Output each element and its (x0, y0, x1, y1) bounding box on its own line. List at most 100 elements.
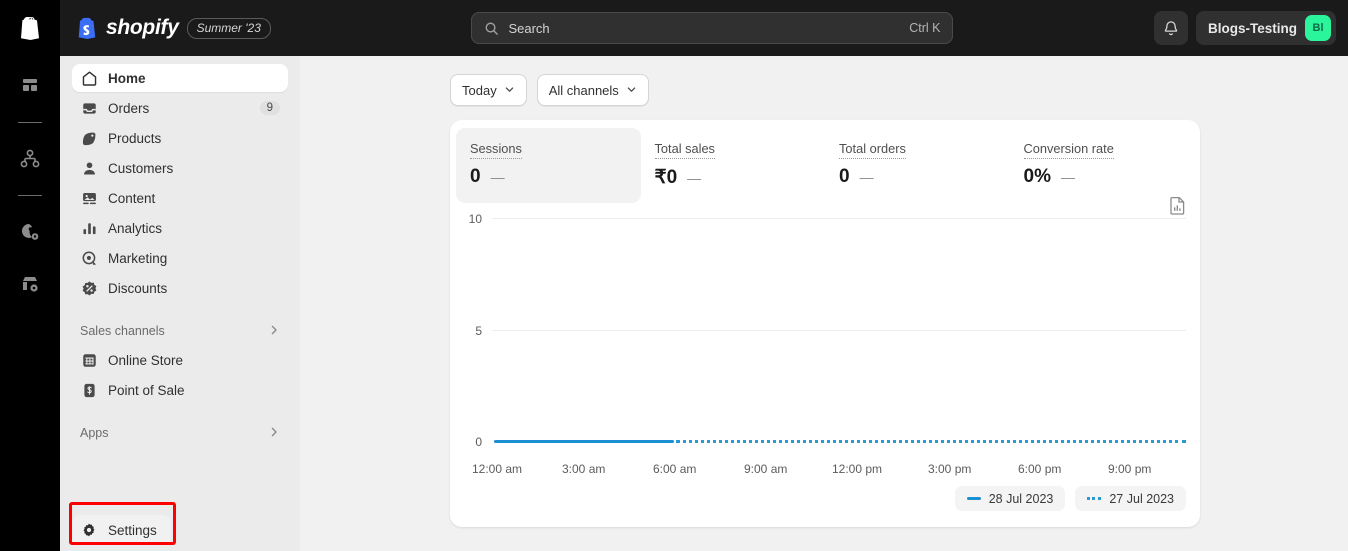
x-axis-tick: 12:00 am (472, 462, 523, 476)
metric-delta: — (1060, 169, 1075, 185)
sidebar-section-sales-channels[interactable]: Sales channels (72, 318, 288, 344)
rail-item-dashboard[interactable] (10, 66, 50, 106)
metric-tile-conversion-rate[interactable]: Conversion rate 0% — (1010, 128, 1195, 203)
series-line-27-jul (676, 440, 1186, 443)
top-navigation-bar: shopify Summer '23 Search Ctrl K Blogs-T… (60, 0, 1348, 56)
legend-item-28-jul[interactable]: 28 Jul 2023 (954, 486, 1066, 511)
gear-icon (80, 521, 98, 539)
primary-sidebar: Home Orders 9 Products Customers Content… (60, 56, 300, 551)
store-name: Blogs-Testing (1208, 20, 1297, 36)
y-axis-tick: 0 (475, 435, 482, 449)
dotted-line-swatch-icon (1087, 497, 1102, 500)
topbar-right-actions: Blogs-Testing Bl (1154, 11, 1336, 45)
sidebar-section-apps[interactable]: Apps (72, 420, 288, 446)
store-switcher-button[interactable]: Blogs-Testing Bl (1196, 11, 1336, 45)
online-store-icon (80, 351, 98, 369)
x-axis-tick: 6:00 pm (1018, 462, 1062, 476)
sidebar-item-home[interactable]: Home (72, 64, 288, 92)
rail-divider (18, 122, 42, 123)
search-area: Search Ctrl K (271, 12, 1154, 44)
metric-delta: — (490, 169, 505, 185)
sessions-line-chart: 10 5 0 12:00 am 3:00 am 6:00 am 9:00 am … (450, 212, 1200, 486)
sidebar-item-online-store[interactable]: Online Store (72, 346, 288, 374)
rail-item-store-settings[interactable] (10, 264, 50, 304)
sidebar-item-marketing[interactable]: Marketing (72, 244, 288, 272)
x-axis-tick: 12:00 pm (832, 462, 883, 476)
sidebar-item-label: Orders (108, 100, 150, 116)
brand-logo[interactable]: shopify Summer '23 (76, 16, 271, 40)
metric-label: Total orders (839, 141, 906, 159)
y-axis-tick: 5 (475, 324, 482, 338)
metric-value: ₹0 (654, 167, 678, 188)
shopify-bag-icon (78, 17, 96, 39)
metric-value: 0% (1023, 166, 1051, 187)
bell-icon (1164, 20, 1178, 35)
sidebar-item-label: Marketing (108, 250, 168, 266)
metric-value: 0 (839, 166, 850, 187)
sidebar-item-label: Online Store (108, 352, 184, 368)
sidebar-section-label: Apps (80, 426, 109, 440)
main-content: Today All channels Sessions 0 — Total sa… (300, 56, 1348, 551)
orders-count-badge: 9 (259, 101, 280, 115)
chevron-right-icon (268, 426, 280, 441)
x-axis-tick: 9:00 pm (1108, 462, 1152, 476)
date-range-filter-label: Today (462, 82, 497, 98)
discount-badge-icon (80, 279, 98, 297)
avatar: Bl (1305, 15, 1331, 41)
chart-legend: 28 Jul 2023 27 Jul 2023 (450, 486, 1200, 511)
rail-item-account-settings[interactable] (10, 212, 50, 252)
channel-filter[interactable]: All channels (536, 74, 649, 106)
x-axis-tick: 9:00 am (744, 462, 788, 476)
sidebar-item-settings[interactable]: Settings (72, 515, 171, 545)
sidebar-item-orders[interactable]: Orders 9 (72, 94, 288, 122)
sidebar-item-label: Settings (108, 522, 157, 538)
sidebar-item-analytics[interactable]: Analytics (72, 214, 288, 242)
release-badge: Summer '23 (186, 17, 271, 39)
legend-label: 28 Jul 2023 (988, 491, 1054, 506)
sidebar-item-label: Discounts (108, 280, 168, 296)
sidebar-item-discounts[interactable]: Discounts (72, 274, 288, 302)
metric-tile-total-sales[interactable]: Total sales ₹0 — (641, 128, 826, 203)
sidebar-item-point-of-sale[interactable]: Point of Sale (72, 376, 288, 404)
metric-delta: — (859, 169, 874, 185)
search-input[interactable]: Search Ctrl K (471, 12, 954, 44)
product-tag-icon (80, 129, 98, 147)
sidebar-item-products[interactable]: Products (72, 124, 288, 152)
x-axis-tick: 6:00 am (653, 462, 697, 476)
metric-tile-total-orders[interactable]: Total orders 0 — (825, 128, 1010, 203)
x-axis-tick: 3:00 am (562, 462, 606, 476)
gridline (492, 330, 1186, 331)
search-shortcut: Ctrl K (909, 21, 941, 35)
metric-delta: — (687, 170, 702, 186)
metric-label: Total sales (654, 141, 715, 159)
home-icon (80, 69, 98, 87)
sidebar-section-label: Sales channels (80, 324, 165, 338)
analytics-overview-card: Sessions 0 — Total sales ₹0 — Total orde… (450, 120, 1200, 527)
legend-item-27-jul[interactable]: 27 Jul 2023 (1075, 486, 1186, 511)
sidebar-item-customers[interactable]: Customers (72, 154, 288, 182)
customer-person-icon (80, 159, 98, 177)
chevron-down-icon (626, 83, 637, 98)
shopify-bag-icon[interactable] (10, 8, 50, 48)
metric-label: Conversion rate (1023, 141, 1114, 159)
sidebar-item-label: Home (108, 70, 146, 86)
sidebar-item-label: Customers (108, 160, 174, 176)
content-image-icon (80, 189, 98, 207)
sidebar-item-content[interactable]: Content (72, 184, 288, 212)
x-axis-tick: 3:00 pm (928, 462, 972, 476)
metric-tile-sessions[interactable]: Sessions 0 — (456, 128, 641, 203)
chevron-right-icon (268, 324, 280, 339)
date-range-filter[interactable]: Today (450, 74, 527, 106)
rail-item-flows[interactable] (10, 139, 50, 179)
marketing-target-icon (80, 249, 98, 267)
settings-area: Settings (72, 515, 171, 545)
metric-tiles: Sessions 0 — Total sales ₹0 — Total orde… (450, 120, 1200, 203)
sidebar-item-label: Products (108, 130, 162, 146)
orders-inbox-icon (80, 99, 98, 117)
brand-name: shopify (106, 16, 179, 39)
legend-label: 27 Jul 2023 (1109, 491, 1174, 506)
notifications-button[interactable] (1154, 11, 1188, 45)
shopify-admin-window: shopify Summer '23 Search Ctrl K Blogs-T… (0, 0, 1348, 551)
series-line-28-jul (494, 440, 674, 443)
y-axis-tick: 10 (468, 212, 482, 226)
